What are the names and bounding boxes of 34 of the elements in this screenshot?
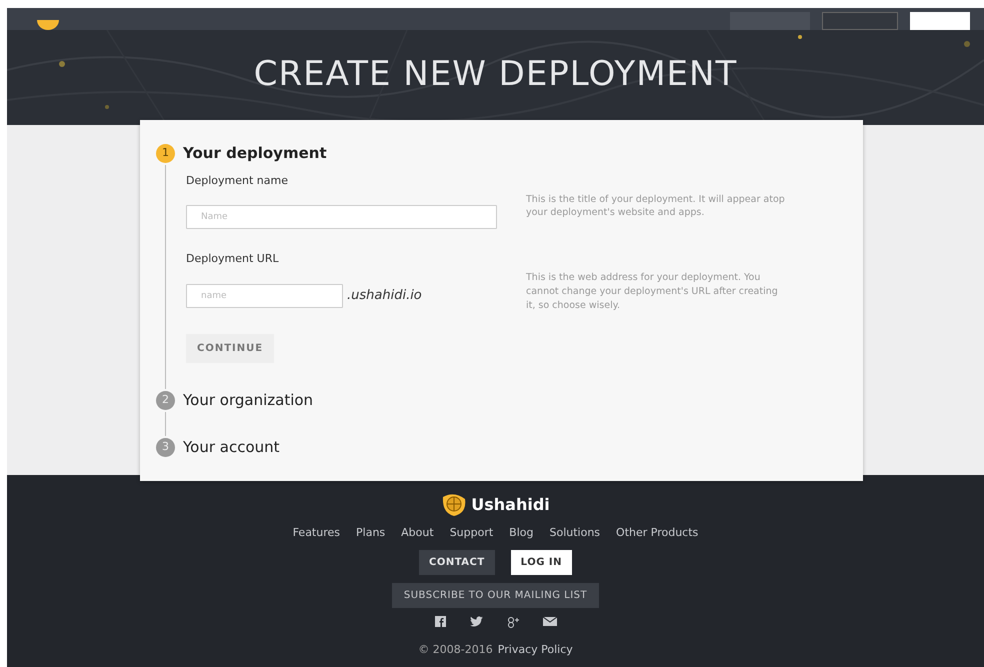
field-label: Deployment URL xyxy=(186,251,280,267)
footer-link[interactable]: Other Products xyxy=(616,525,698,542)
help-text: This is the web address for your deployment. You cannot change your deployment's URL after creating it, so choose wisely. xyxy=(526,271,779,312)
page-title: CREATE NEW DEPLOYMENT xyxy=(254,56,738,94)
help-text: This is the title of your deployment. It will appear atop your deployment's website and apps. xyxy=(526,192,786,220)
contact-button[interactable]: CONTACT xyxy=(419,550,495,574)
google-plus-icon[interactable] xyxy=(506,616,518,628)
step-number: 1 xyxy=(156,144,175,163)
footer-link[interactable]: Support xyxy=(450,525,494,542)
step-title[interactable]: Your deployment xyxy=(183,142,327,164)
footer-link[interactable]: Blog xyxy=(509,525,534,542)
copyright-text: © 2008-2016 xyxy=(418,642,493,656)
subscribe-button[interactable]: SUBSCRIBE TO OUR MAILING LIST xyxy=(392,582,600,608)
privacy-policy-link[interactable]: Privacy Policy xyxy=(498,642,573,656)
domain-suffix: .ushahidi.io xyxy=(347,286,422,305)
field-label: Deployment name xyxy=(186,172,289,188)
logo-icon xyxy=(37,20,59,30)
footer-link[interactable]: About xyxy=(401,525,434,542)
step-title[interactable]: Your account xyxy=(183,436,280,458)
text-field[interactable]: Name xyxy=(186,205,497,229)
footer-link[interactable]: Solutions xyxy=(550,525,600,542)
facebook-icon[interactable] xyxy=(434,616,446,627)
mail-icon[interactable] xyxy=(542,617,556,626)
bird-icon[interactable] xyxy=(470,616,482,627)
logo-icon xyxy=(441,493,468,517)
text-field[interactable]: name xyxy=(186,284,343,308)
step-title[interactable]: Your organization xyxy=(183,389,314,412)
step-number: 2 xyxy=(156,391,175,410)
footer-link[interactable]: Features xyxy=(292,525,340,542)
step-number: 3 xyxy=(156,438,175,457)
brand-name: Ushahidi xyxy=(471,494,550,516)
login-button[interactable]: LOG IN xyxy=(510,550,572,574)
continue-button[interactable]: CONTINUE xyxy=(186,334,274,364)
footer-link[interactable]: Plans xyxy=(356,525,386,542)
